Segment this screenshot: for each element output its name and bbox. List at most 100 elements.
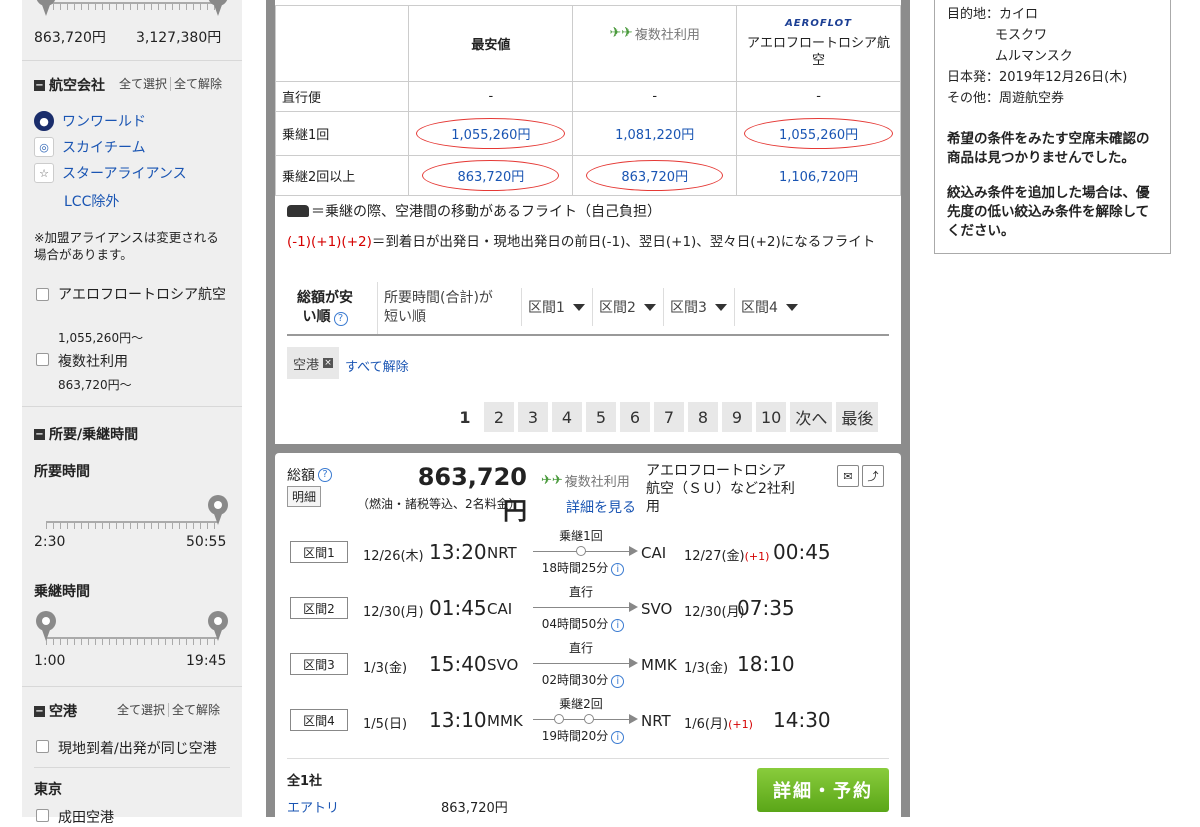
info-icon[interactable]: i (611, 675, 625, 688)
airport-select-all[interactable]: 全て選択 (114, 703, 168, 717)
row-label: 乗継2回以上 (274, 155, 410, 196)
airline-checkbox-aeroflot[interactable] (36, 288, 49, 301)
alliance-skyteam[interactable]: ◎ スカイチーム (34, 137, 146, 157)
sort-tabs: 総額が安い順? 所要時間(合計)が短い順 区間1 区間2 区間3 区間4 (287, 282, 889, 336)
info-icon[interactable]: i (611, 731, 625, 744)
total-time-max-handle[interactable] (208, 495, 228, 525)
collapse-icon[interactable]: − (34, 705, 45, 717)
airline-select-all[interactable]: 全て選択 (116, 77, 170, 91)
multi-airline-icon: ✈✈ (541, 473, 563, 488)
price-min-value: 863,720円 (34, 30, 106, 46)
page-5[interactable]: 5 (586, 402, 616, 432)
price-max-handle[interactable] (208, 0, 228, 16)
active-filter-chip[interactable]: 空港 × (287, 347, 340, 379)
info-icon[interactable]: i (611, 563, 625, 576)
page-7[interactable]: 7 (654, 402, 684, 432)
seller-price: 863,720円 (441, 801, 508, 816)
page-2[interactable]: 2 (484, 402, 514, 432)
price-cell[interactable]: 1,055,260円 (416, 118, 566, 149)
price-breakdown-button[interactable]: 明細 (287, 486, 322, 507)
departure-date: 12/26(木) (363, 549, 424, 564)
col-multi: ✈✈ 複数社利用 (572, 5, 738, 82)
segment-duration: 02時間30分 (541, 673, 609, 687)
price-min-handle[interactable] (36, 0, 56, 16)
next-page[interactable]: 次へ (790, 402, 833, 432)
tab-segment-2[interactable]: 区間2 (592, 288, 662, 326)
mail-icon[interactable]: ✉ (837, 465, 859, 487)
total-time-max: 50:55 (186, 534, 227, 550)
collapse-icon[interactable]: − (34, 79, 45, 91)
transfer-time-slider[interactable] (46, 637, 218, 645)
page-9[interactable]: 9 (722, 402, 752, 432)
transfer-time-min-handle[interactable] (36, 611, 56, 641)
page-10[interactable]: 10 (756, 402, 787, 432)
region-label: 東京 (34, 782, 62, 798)
airline-heading: 航空会社 (49, 78, 105, 94)
price-slider[interactable] (46, 2, 218, 10)
day-legend: (-1)(+1)(+2)＝到着日が出発日・現地出発日の前日(-1)、翌日(+1)… (287, 234, 876, 250)
segment-label: 区間3 (290, 653, 348, 675)
see-detail-link[interactable]: 詳細を見る (566, 497, 636, 517)
lcc-exclude-link[interactable]: LCC除外 (64, 191, 119, 211)
help-icon[interactable]: ? (318, 468, 332, 482)
collapse-icon[interactable]: − (34, 428, 45, 440)
other-info: その他：周遊航空券 (947, 91, 1065, 106)
clear-all-filters-link[interactable]: すべて解除 (345, 356, 409, 375)
tab-segment-3[interactable]: 区間3 (663, 288, 733, 326)
alliance-oneworld[interactable]: ● ワンワールド (34, 111, 146, 131)
departure-airport: MMK (487, 712, 523, 730)
page-6[interactable]: 6 (620, 402, 650, 432)
transfer-time-max-handle[interactable] (208, 611, 228, 641)
arrow-icon (629, 546, 638, 556)
tab-segment-4[interactable]: 区間4 (734, 288, 804, 326)
last-page[interactable]: 最後 (836, 402, 879, 432)
search-conditions-panel: 目的地： カイロ モスクワ ムルマンスク 日本発：2019年12月26日(木) そ… (934, 0, 1171, 254)
departure-date: 12/30(月) (363, 605, 424, 620)
tab-sort-duration[interactable]: 所要時間(合計)が短い順 (377, 282, 511, 334)
same-airport-checkbox[interactable] (36, 740, 49, 753)
segment-row: 区間1 12/26(木) 13:20 NRT 乗継1回 18時間25分 i CAI 12/27(… (275, 529, 901, 589)
seller-link[interactable]: エアトリ (287, 797, 339, 816)
price-cell[interactable]: 1,081,220円 (615, 128, 694, 143)
alliance-star[interactable]: ☆ スターアライアンス (34, 163, 187, 183)
remove-filter-icon[interactable]: × (323, 358, 334, 368)
airline-clear-all[interactable]: 全て解除 (170, 77, 226, 91)
airline-checkbox-multi[interactable] (36, 353, 49, 366)
result-card: 総額? 明細 863,720円 （燃油・諸税等込、2名料金） ✈✈ 複数社利用 詳… (275, 453, 901, 817)
alliance-note: ※加盟アライアンスは変更される場合があります。 (34, 230, 219, 262)
page-4[interactable]: 4 (552, 402, 582, 432)
segment-row: 区間4 1/5(日) 13:10 MMK 乗継2回 19時間20分 i NRT 1/6(月)(+… (275, 697, 901, 757)
arrival-airport: NRT (641, 712, 671, 730)
tab-sort-price[interactable]: 総額が安い順? (287, 282, 377, 334)
departure-time: 01:45 (429, 596, 487, 620)
departure-airport: SVO (487, 656, 519, 674)
row-label: 直行便 (274, 81, 410, 112)
destination: モスクワ (995, 28, 1048, 43)
price-cell[interactable]: 1,106,720円 (779, 170, 858, 185)
dropdown-icon (643, 303, 656, 311)
price-cell[interactable]: 863,720円 (586, 160, 724, 191)
page-8[interactable]: 8 (688, 402, 718, 432)
price-cell[interactable]: 1,055,260円 (743, 118, 894, 149)
airport-clear-all[interactable]: 全て解除 (168, 703, 224, 717)
page-1[interactable]: 1 (450, 402, 480, 432)
dropdown-icon (785, 303, 798, 311)
price-cell[interactable]: 863,720円 (422, 160, 560, 191)
arrow-icon (629, 658, 638, 668)
departure-time: 15:40 (429, 652, 487, 676)
segment-row: 区間2 12/30(月) 01:45 CAI 直行 04時間50分 i SVO 12/30(月)… (275, 585, 901, 645)
arrival-date: 12/27(金) (684, 549, 745, 564)
share-icon[interactable]: ⤴ (862, 465, 884, 487)
tab-segment-1[interactable]: 区間1 (521, 288, 591, 326)
book-button[interactable]: 詳細・予約 (757, 768, 889, 812)
stopover-dot (554, 714, 564, 724)
stop-count: 乗継1回 (559, 529, 603, 543)
help-icon[interactable]: ? (333, 312, 348, 326)
day-offset: (+1) (728, 718, 753, 731)
info-icon[interactable]: i (611, 619, 625, 632)
no-result-message: 希望の条件をみたす空席未確認の商品は見つかりませんでした。 (947, 131, 1150, 166)
page-3[interactable]: 3 (518, 402, 548, 432)
total-time-slider[interactable] (46, 521, 218, 529)
airport-checkbox[interactable] (36, 809, 49, 822)
segment-duration: 04時間50分 (541, 617, 609, 631)
